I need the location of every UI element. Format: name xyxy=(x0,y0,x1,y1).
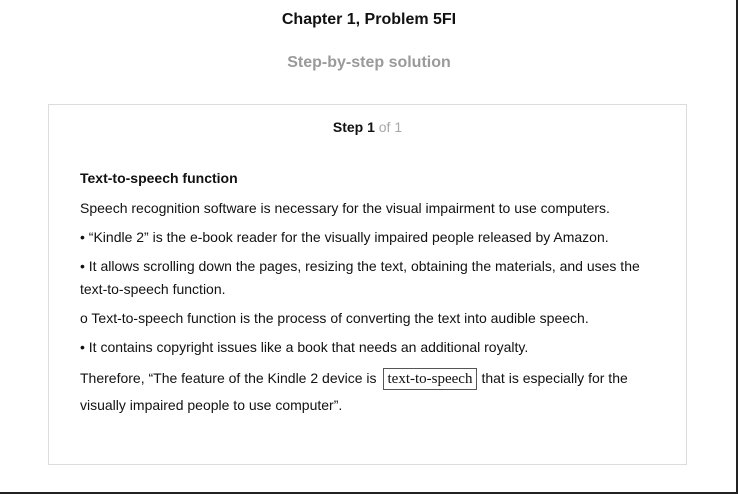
step-header: Step 1 of 1 xyxy=(49,119,686,135)
sub-bullet-item: o Text-to-speech function is the process… xyxy=(80,310,589,326)
bullet-item: • It allows scrolling down the pages, re… xyxy=(80,258,640,297)
step-count: of 1 xyxy=(378,119,403,135)
bullet-item: • “Kindle 2” is the e-book reader for th… xyxy=(80,229,609,245)
bullet-item: • It contains copyright issues like a bo… xyxy=(80,339,529,355)
answer-box: text-to-speech xyxy=(382,368,478,390)
conclusion-text-before: Therefore, “The feature of the Kindle 2 … xyxy=(80,370,377,386)
section-heading: Text-to-speech function xyxy=(80,170,238,186)
step-label: Step 1 xyxy=(332,119,375,135)
step-card: Step 1 of 1 Text-to-speech function Spee… xyxy=(48,104,687,465)
conclusion-paragraph: Therefore, “The feature of the Kindle 2 … xyxy=(80,365,660,419)
solution-subtitle: Step-by-step solution xyxy=(287,54,451,71)
paragraph: Speech recognition software is necessary… xyxy=(80,200,610,216)
chapter-title: Chapter 1, Problem 5FI xyxy=(281,11,457,28)
step-body: Text-to-speech function Speech recogniti… xyxy=(80,167,660,419)
